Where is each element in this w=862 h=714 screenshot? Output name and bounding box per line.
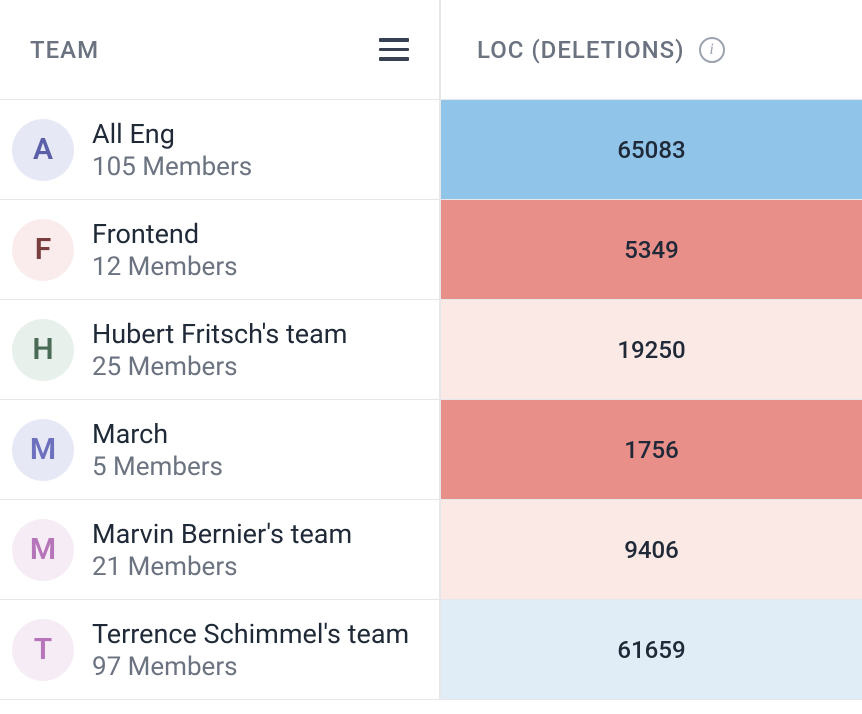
avatar: M [12, 519, 74, 581]
team-info: Terrence Schimmel's team97 Members [92, 618, 409, 682]
team-cell[interactable]: T Terrence Schimmel's team97 Members [0, 600, 441, 699]
team-members: 12 Members [92, 252, 238, 282]
team-name: Hubert Fritsch's team [92, 318, 347, 350]
header-team-label: TEAM [30, 36, 99, 64]
team-members: 5 Members [92, 452, 223, 482]
team-cell[interactable]: F Frontend12 Members [0, 200, 441, 299]
teams-table: TEAM LOC (DELETIONS) i A All Eng105 Membe… [0, 0, 862, 700]
team-name: All Eng [92, 118, 252, 150]
team-info: Hubert Fritsch's team25 Members [92, 318, 347, 382]
team-name: Frontend [92, 218, 238, 250]
avatar: T [12, 619, 74, 681]
team-info: Marvin Bernier's team21 Members [92, 518, 352, 582]
team-members: 21 Members [92, 552, 352, 582]
header-loc-label: LOC (DELETIONS) [477, 36, 685, 64]
team-info: All Eng105 Members [92, 118, 252, 182]
table-row[interactable]: M March5 Members 1756 [0, 400, 862, 500]
team-cell[interactable]: H Hubert Fritsch's team25 Members [0, 300, 441, 399]
team-members: 25 Members [92, 352, 347, 382]
info-icon[interactable]: i [699, 37, 725, 63]
avatar: H [12, 319, 74, 381]
table-row[interactable]: A All Eng105 Members 65083 [0, 100, 862, 200]
team-cell[interactable]: M March5 Members [0, 400, 441, 499]
team-cell[interactable]: M Marvin Bernier's team21 Members [0, 500, 441, 599]
team-name: March [92, 418, 223, 450]
table-row[interactable]: M Marvin Bernier's team21 Members 9406 [0, 500, 862, 600]
loc-cell: 19250 [441, 300, 862, 399]
table-header: TEAM LOC (DELETIONS) i [0, 0, 862, 100]
team-info: March5 Members [92, 418, 223, 482]
avatar: A [12, 119, 74, 181]
team-cell[interactable]: A All Eng105 Members [0, 100, 441, 199]
loc-cell: 65083 [441, 100, 862, 199]
header-team-cell[interactable]: TEAM [0, 0, 441, 99]
avatar: M [12, 419, 74, 481]
loc-cell: 1756 [441, 400, 862, 499]
loc-cell: 9406 [441, 500, 862, 599]
table-body: A All Eng105 Members 65083 F Frontend12 Memb… [0, 100, 862, 700]
team-name: Terrence Schimmel's team [92, 618, 409, 650]
header-loc-cell[interactable]: LOC (DELETIONS) i [441, 0, 862, 99]
team-name: Marvin Bernier's team [92, 518, 352, 550]
team-members: 97 Members [92, 652, 409, 682]
avatar: F [12, 219, 74, 281]
table-row[interactable]: T Terrence Schimmel's team97 Members 61659 [0, 600, 862, 700]
table-row[interactable]: F Frontend12 Members 5349 [0, 200, 862, 300]
table-row[interactable]: H Hubert Fritsch's team25 Members 19250 [0, 300, 862, 400]
team-members: 105 Members [92, 152, 252, 182]
loc-cell: 5349 [441, 200, 862, 299]
team-info: Frontend12 Members [92, 218, 238, 282]
menu-icon[interactable] [379, 38, 409, 61]
loc-cell: 61659 [441, 600, 862, 699]
